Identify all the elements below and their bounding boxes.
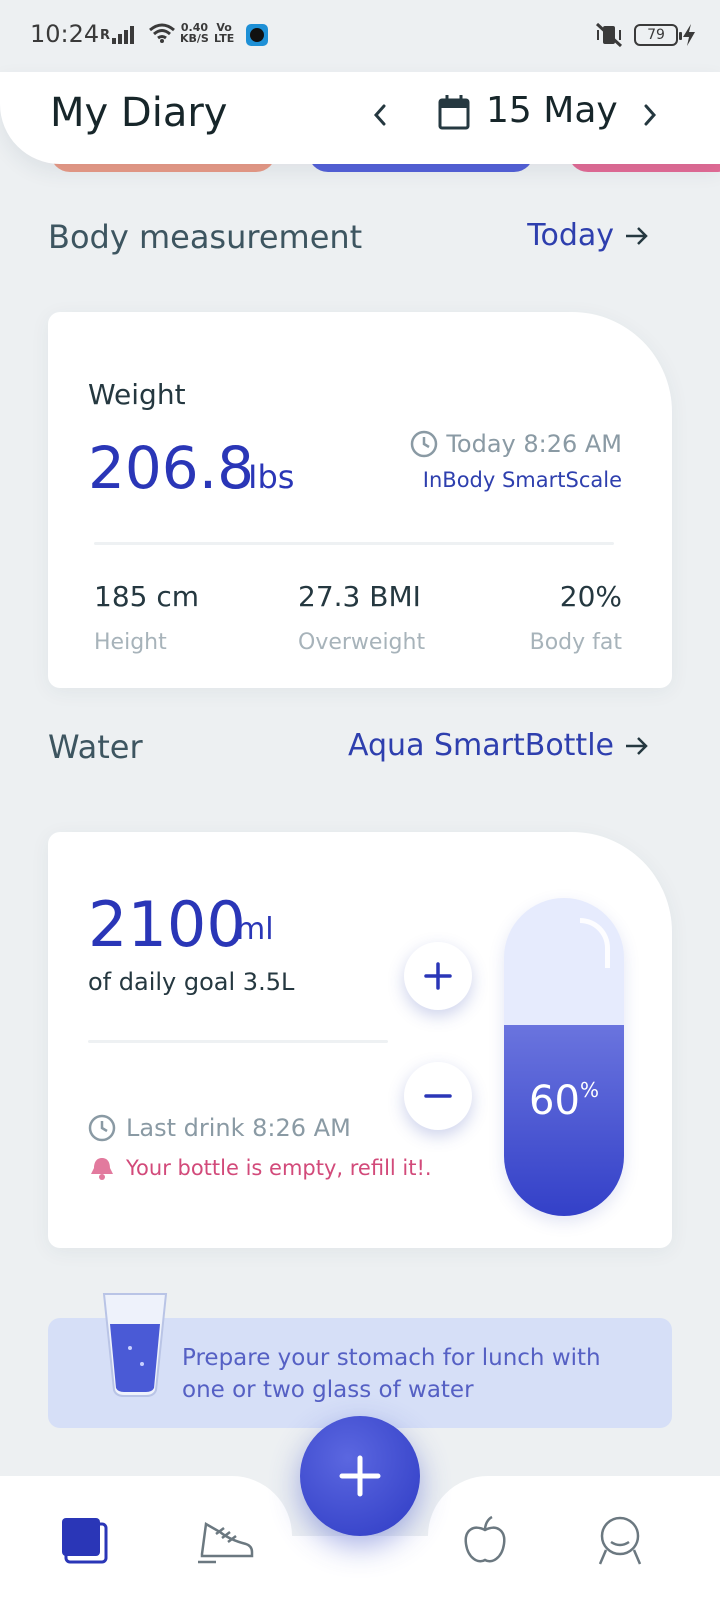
- water-amount: 2100: [88, 888, 246, 961]
- apple-icon[interactable]: [460, 1514, 510, 1566]
- battery-indicator: 79: [634, 24, 682, 46]
- refill-alert-text: Your bottle is empty, refill it!.: [126, 1156, 432, 1180]
- arrow-right-icon: [626, 736, 648, 755]
- calendar-icon[interactable]: [438, 94, 470, 132]
- status-bar: 10:24 R 0.40 KB/S Vo LTE 79: [0, 0, 720, 72]
- water-bottle-link-label: Aqua SmartBottle: [348, 728, 614, 763]
- weight-time-text: Today 8:26 AM: [446, 430, 622, 458]
- divider: [94, 542, 614, 545]
- add-water-button[interactable]: [404, 942, 472, 1010]
- diary-icon[interactable]: [60, 1514, 112, 1566]
- minus-icon: [424, 1094, 452, 1098]
- clock-icon: [88, 1114, 116, 1142]
- height-value: 185 cm: [94, 580, 200, 613]
- water-tip-banner: Prepare your stomach for lunch with one …: [48, 1293, 672, 1428]
- bottle-percent-sign: %: [579, 1078, 599, 1102]
- water-unit: ml: [236, 912, 274, 947]
- app-header: My Diary 15 May: [0, 72, 720, 164]
- arrow-right-icon: [626, 226, 648, 245]
- water-goal: of daily goal 3.5L: [88, 968, 295, 996]
- water-bottle-link[interactable]: Aqua SmartBottle: [348, 728, 650, 763]
- tip-text: Prepare your stomach for lunch with one …: [182, 1345, 601, 1403]
- sneaker-icon[interactable]: [196, 1514, 256, 1566]
- water-glass-icon: [102, 1293, 168, 1397]
- profile-icon[interactable]: [596, 1514, 644, 1566]
- signal-icon: [112, 26, 138, 44]
- signal-roaming-label: R: [100, 28, 111, 43]
- add-entry-button[interactable]: [300, 1416, 420, 1536]
- water-card: 2100 ml of daily goal 3.5L Last drink 8:…: [48, 832, 672, 1248]
- body-fat-label: Body fat: [529, 630, 622, 655]
- plus-icon: [424, 962, 452, 990]
- last-drink: Last drink 8:26 AM: [88, 1114, 351, 1142]
- weight-value: 206.8: [88, 434, 255, 502]
- bottle-shine: [580, 918, 610, 968]
- bmi-label: Overweight: [298, 630, 426, 655]
- section-title-water: Water: [48, 728, 143, 766]
- bottle-percent-value: 60: [529, 1078, 580, 1124]
- net-speed-unit: KB/S: [180, 32, 209, 45]
- weight-card[interactable]: Weight 206.8 Ibs Today 8:26 AM InBody Sm…: [48, 312, 672, 688]
- weight-unit: Ibs: [248, 458, 295, 496]
- water-bottle-level: 60%: [504, 898, 624, 1216]
- body-measurement-link-label: Today: [527, 218, 614, 253]
- selected-date[interactable]: 15 May: [486, 90, 618, 131]
- chevron-left-icon[interactable]: [366, 98, 394, 132]
- remove-water-button[interactable]: [404, 1062, 472, 1130]
- body-measurement-link[interactable]: Today: [527, 218, 650, 253]
- body-fat-value: 20%: [559, 580, 622, 613]
- weight-source: InBody SmartScale: [422, 468, 622, 492]
- volte-bottom: LTE: [214, 32, 235, 45]
- vibrate-mute-icon: [595, 22, 623, 48]
- bottle-percent: 60%: [504, 1078, 624, 1124]
- bell-icon: [91, 1158, 113, 1180]
- last-drink-text: Last drink 8:26 AM: [126, 1114, 351, 1142]
- wifi-icon: [149, 23, 175, 43]
- weight-measured-time: Today 8:26 AM: [410, 430, 622, 458]
- chevron-right-icon[interactable]: [636, 98, 664, 132]
- bmi-value: 27.3 BMI: [298, 580, 421, 613]
- plus-icon: [339, 1455, 381, 1497]
- height-label: Height: [94, 630, 167, 655]
- charging-icon: [683, 24, 695, 46]
- status-time: 10:24: [30, 20, 100, 48]
- volte-indicator: Vo LTE: [214, 22, 234, 44]
- net-speed: 0.40 KB/S: [180, 22, 209, 44]
- app-notification-icon: [246, 24, 268, 46]
- divider: [88, 1040, 388, 1043]
- clock-icon: [411, 430, 438, 458]
- refill-alert: Your bottle is empty, refill it!.: [88, 1154, 432, 1182]
- weight-label: Weight: [88, 378, 186, 411]
- page-title: My Diary: [50, 90, 228, 136]
- section-title-body-measurement: Body measurement: [48, 218, 363, 256]
- bottom-nav-middle: [280, 1536, 440, 1600]
